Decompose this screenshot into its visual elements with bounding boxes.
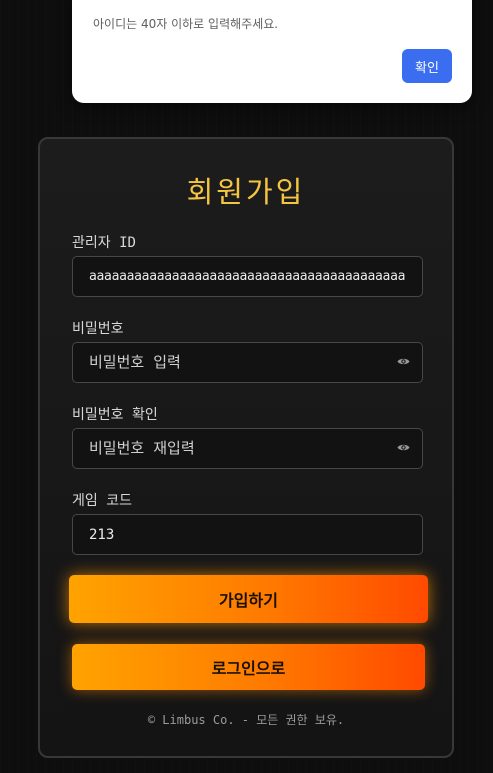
password-confirm-input[interactable] — [72, 428, 423, 469]
alert-message: 아이디는 40자 이하로 입력해주세요. — [93, 17, 279, 31]
login-button[interactable]: 로그인으로 — [72, 644, 425, 690]
password-confirm-label: 비밀번호 확인 — [72, 407, 158, 423]
alert-confirm-button[interactable]: 확인 — [402, 49, 452, 83]
admin-id-input[interactable] — [72, 256, 423, 297]
eye-icon[interactable] — [397, 443, 410, 452]
admin-id-label: 관리자 ID — [72, 235, 136, 251]
game-code-input[interactable] — [72, 514, 423, 555]
alert-dialog: 아이디는 40자 이하로 입력해주세요. 확인 — [72, 0, 472, 103]
eye-icon[interactable] — [397, 357, 410, 366]
password-input[interactable] — [72, 342, 423, 383]
page-title: 회원가입 — [186, 175, 306, 209]
password-label: 비밀번호 — [72, 321, 124, 337]
game-code-label: 게임 코드 — [72, 493, 132, 509]
signup-card: 회원가입 관리자 ID 비밀번호 비밀번호 확인 게임 코드 가입하기 로그인으… — [38, 137, 454, 758]
signup-button[interactable]: 가입하기 — [69, 575, 428, 623]
copyright-footer: © Limbus Co. - 모든 권한 보유. — [147, 713, 345, 727]
